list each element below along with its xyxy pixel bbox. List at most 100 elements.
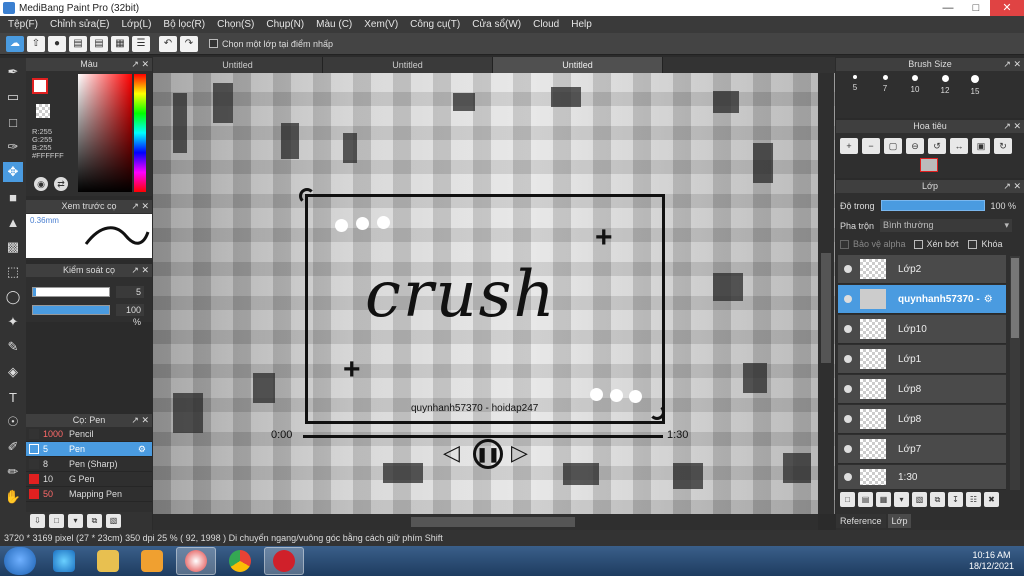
menu-filter[interactable]: Bộ lọc(R) bbox=[157, 19, 211, 30]
brush-item[interactable]: 50 Mapping Pen bbox=[26, 487, 152, 502]
eye-icon[interactable] bbox=[844, 415, 852, 423]
text-tool-icon[interactable]: T bbox=[3, 387, 23, 407]
fit-icon[interactable]: ▢ bbox=[884, 138, 902, 154]
tab-layers[interactable]: Lớp bbox=[887, 514, 912, 528]
magic-wand-tool-icon[interactable]: ✦ bbox=[3, 312, 23, 332]
duplicate-layer-icon[interactable]: ⧉ bbox=[930, 492, 945, 507]
operation-tool-icon[interactable]: ☉ bbox=[3, 412, 23, 432]
eyedropper-tool-icon[interactable]: ✐ bbox=[3, 437, 23, 457]
gear-icon[interactable]: ⚙ bbox=[984, 294, 993, 305]
flip-icon[interactable]: ↔ bbox=[950, 138, 968, 154]
maximize-button[interactable]: □ bbox=[962, 0, 990, 16]
menu-view[interactable]: Xem(V) bbox=[358, 19, 404, 30]
navigator-thumbnail[interactable] bbox=[920, 158, 938, 172]
eye-icon[interactable] bbox=[844, 325, 852, 333]
taskbar-internet-explorer[interactable] bbox=[44, 547, 84, 575]
menu-select[interactable]: Chọn(S) bbox=[211, 19, 260, 30]
brush-item[interactable]: 1000 Pencil bbox=[26, 427, 152, 442]
pipette-tool-icon[interactable]: ✏ bbox=[3, 462, 23, 482]
menu-help[interactable]: Help bbox=[565, 19, 598, 30]
chat-icon[interactable]: ● bbox=[48, 35, 66, 52]
undo-icon[interactable]: ↶ bbox=[159, 35, 177, 52]
taskbar-file-explorer[interactable] bbox=[88, 547, 128, 575]
taskbar-media-player[interactable] bbox=[132, 547, 172, 575]
reset-view-icon[interactable]: ▣ bbox=[972, 138, 990, 154]
menu-cloud[interactable]: Cloud bbox=[527, 19, 565, 30]
pen-tool-icon[interactable]: ✑ bbox=[3, 137, 23, 157]
select-rect-tool-icon[interactable]: ⬚ bbox=[3, 262, 23, 282]
brush-size-value[interactable]: 5 bbox=[116, 286, 144, 298]
new-brush-icon[interactable]: □ bbox=[49, 514, 64, 528]
saturation-value-picker[interactable] bbox=[78, 74, 132, 192]
copy-brush-icon[interactable]: ⧉ bbox=[87, 514, 102, 528]
layer-item[interactable]: Lớp7 bbox=[838, 435, 1006, 464]
menu-window[interactable]: Cửa sổ(W) bbox=[466, 19, 527, 30]
delete-layer-icon[interactable]: ✖ bbox=[984, 492, 999, 507]
eye-icon[interactable] bbox=[844, 355, 852, 363]
taskbar-opera[interactable] bbox=[264, 547, 304, 575]
cloud-download-icon[interactable]: ⇩ bbox=[30, 514, 45, 528]
rotate-right-icon[interactable]: ↻ bbox=[994, 138, 1012, 154]
move-tool-icon[interactable]: ✥ bbox=[3, 162, 23, 182]
add-layer-menu-icon[interactable]: ▾ bbox=[894, 492, 909, 507]
menu-capture[interactable]: Chụp(N) bbox=[260, 19, 310, 30]
zoom-in-icon[interactable]: + bbox=[840, 138, 858, 154]
brush-size-option[interactable]: 5 bbox=[840, 72, 870, 116]
redo-icon[interactable]: ↷ bbox=[180, 35, 198, 52]
menu-file[interactable]: Tệp(F) bbox=[2, 19, 44, 30]
tab-reference[interactable]: Reference bbox=[836, 514, 886, 528]
page-icon[interactable]: ▤ bbox=[90, 35, 108, 52]
eraser-tool-icon[interactable]: ▭ bbox=[3, 87, 23, 107]
zoom-out-icon[interactable]: − bbox=[862, 138, 880, 154]
layer-item[interactable]: Lớp10 bbox=[838, 315, 1006, 344]
panel-float-close-icon[interactable]: ↗ ✕ bbox=[131, 264, 149, 277]
tab-untitled-3[interactable]: Untitled bbox=[493, 57, 663, 73]
grid-icon[interactable]: ▦ bbox=[111, 35, 129, 52]
document-icon[interactable]: ▤ bbox=[69, 35, 87, 52]
menu-layer[interactable]: Lớp(L) bbox=[116, 19, 158, 30]
rotate-left-icon[interactable]: ↺ bbox=[928, 138, 946, 154]
bucket-tool-icon[interactable]: ▲ bbox=[3, 212, 23, 232]
brush-menu-icon[interactable]: ▾ bbox=[68, 514, 83, 528]
taskbar-medibang[interactable] bbox=[176, 547, 216, 575]
menu-color[interactable]: Màu (C) bbox=[310, 19, 358, 30]
eye-icon[interactable] bbox=[844, 265, 852, 273]
brush-opacity-slider[interactable] bbox=[32, 305, 110, 315]
new-halftone-layer-icon[interactable]: ▤ bbox=[858, 492, 873, 507]
drawing-canvas[interactable]: + + crush quynhanh57370 - hoidap247 0:00… bbox=[153, 73, 835, 514]
eye-icon[interactable] bbox=[844, 445, 852, 453]
list-icon[interactable]: ☰ bbox=[132, 35, 150, 52]
hue-slider[interactable] bbox=[134, 74, 146, 192]
brush-size-option[interactable]: 7 bbox=[870, 72, 900, 116]
layer-item[interactable]: Lớp8 bbox=[838, 375, 1006, 404]
eye-icon[interactable] bbox=[844, 473, 852, 481]
brush-size-option[interactable]: 10 bbox=[900, 72, 930, 116]
rect-fill-tool-icon[interactable]: ■ bbox=[3, 187, 23, 207]
layer-item[interactable]: 1:30 bbox=[838, 465, 1006, 490]
lasso-tool-icon[interactable]: ◯ bbox=[3, 287, 23, 307]
select-eraser-tool-icon[interactable]: ◈ bbox=[3, 362, 23, 382]
panel-float-close-icon[interactable]: ↗ ✕ bbox=[1003, 120, 1021, 133]
taskbar-chrome[interactable] bbox=[220, 547, 260, 575]
gradient-tool-icon[interactable]: ▩ bbox=[3, 237, 23, 257]
canvas-vertical-scrollbar[interactable] bbox=[818, 73, 834, 514]
layer-item[interactable]: Lớp2 bbox=[838, 255, 1006, 284]
eye-icon[interactable] bbox=[844, 385, 852, 393]
brush-item-selected[interactable]: 5 Pen ⚙ bbox=[26, 442, 152, 457]
menu-edit[interactable]: Chỉnh sửa(E) bbox=[44, 19, 116, 30]
layer-item[interactable]: Lớp8 bbox=[838, 405, 1006, 434]
protect-alpha-checkbox[interactable] bbox=[840, 239, 849, 249]
panel-float-close-icon[interactable]: ↗ ✕ bbox=[1003, 58, 1021, 71]
color-swap-icon[interactable]: ⇄ bbox=[54, 177, 68, 191]
tab-untitled-2[interactable]: Untitled bbox=[323, 57, 493, 73]
foreground-color-swatch[interactable] bbox=[32, 78, 48, 94]
layer-item[interactable]: Lớp1 bbox=[838, 345, 1006, 374]
folder-icon[interactable]: ▧ bbox=[106, 514, 121, 528]
select-layer-on-click[interactable]: Chọn một lớp tại điểm nhấp bbox=[209, 39, 333, 49]
zoom-minus-icon[interactable]: ⊖ bbox=[906, 138, 924, 154]
select-pen-tool-icon[interactable]: ✎ bbox=[3, 337, 23, 357]
clipping-checkbox[interactable] bbox=[913, 239, 923, 249]
layer-settings-icon[interactable]: ☷ bbox=[966, 492, 981, 507]
palette-icon[interactable]: ◉ bbox=[34, 177, 48, 191]
eye-icon[interactable] bbox=[844, 295, 852, 303]
